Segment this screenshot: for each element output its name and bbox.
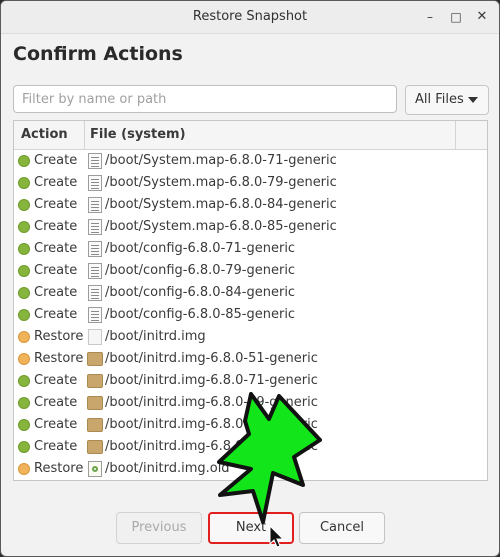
create-status-icon [18, 199, 30, 211]
table-header: Action File (system) [14, 121, 487, 150]
table-row[interactable]: Create/boot/config-6.8.0-79-generic [14, 260, 487, 282]
row-action: Create [34, 197, 78, 212]
column-header-file-label: File (system) [90, 127, 186, 142]
create-status-icon [18, 397, 30, 409]
table-row[interactable]: Create/boot/System.map-6.8.0-79-generic [14, 172, 487, 194]
row-file-path: /boot/initrd.img [105, 329, 206, 344]
text-file-icon [88, 285, 102, 301]
minimize-icon[interactable]: – [421, 8, 439, 26]
next-button[interactable]: Next [208, 512, 294, 544]
table-row[interactable]: Create/boot/initrd.img-6.8.0-84-generic [14, 414, 487, 436]
create-status-icon [18, 243, 30, 255]
package-icon [87, 374, 103, 388]
file-filter-dropdown[interactable]: All Files [405, 85, 489, 115]
create-status-icon [18, 441, 30, 453]
create-status-icon [18, 177, 30, 189]
row-action: Create [34, 439, 78, 454]
filter-input[interactable] [13, 85, 397, 113]
text-file-icon [88, 153, 102, 169]
chevron-down-icon [468, 97, 478, 103]
row-file-path: /boot/initrd.img-6.8.0-84-generic [105, 417, 318, 432]
table-row[interactable]: Create/boot/config-6.8.0-84-generic [14, 282, 487, 304]
row-action: Create [34, 395, 78, 410]
table-row[interactable]: Create/boot/config-6.8.0-85-generic [14, 304, 487, 326]
create-status-icon [18, 221, 30, 233]
create-status-icon [18, 419, 30, 431]
text-file-icon [88, 263, 102, 279]
text-file-icon [88, 219, 102, 235]
column-header-action[interactable]: Action [14, 121, 85, 149]
table-row[interactable]: Restore/boot/initrd.img.old [14, 458, 487, 480]
row-action: Create [34, 219, 78, 234]
row-file-path: /boot/config-6.8.0-85-generic [105, 307, 296, 322]
row-action: Create [34, 307, 78, 322]
row-action: Restore [34, 329, 84, 344]
table-row[interactable]: Create/boot/System.map-6.8.0-84-generic [14, 194, 487, 216]
maximize-icon[interactable]: □ [447, 8, 465, 26]
text-file-icon [88, 197, 102, 213]
restore-status-icon [18, 463, 30, 475]
table-row[interactable]: Create/boot/initrd.img-6.8.0-79-generic [14, 392, 487, 414]
table-row[interactable]: Restore/boot/initrd.img-6.8.0-51-generic [14, 348, 487, 370]
package-icon [87, 396, 103, 410]
row-file-path: /boot/initrd.img-6.8.0-79-generic [105, 395, 318, 410]
backup-file-icon [88, 461, 102, 477]
row-action: Create [34, 241, 78, 256]
row-file-path: /boot/config-6.8.0-84-generic [105, 285, 296, 300]
table-row[interactable]: Create/boot/System.map-6.8.0-71-generic [14, 150, 487, 172]
cancel-button[interactable]: Cancel [299, 512, 385, 544]
create-status-icon [18, 309, 30, 321]
table-row[interactable]: Restore/boot/initrd.img [14, 326, 487, 348]
row-file-path: /boot/config-6.8.0-79-generic [105, 263, 296, 278]
create-status-icon [18, 265, 30, 277]
text-file-icon [88, 307, 102, 323]
package-icon [87, 418, 103, 432]
close-icon[interactable]: ✕ [473, 8, 491, 26]
table-row[interactable]: Create/boot/initrd.img-6.8.0-71-generic [14, 370, 487, 392]
row-file-path: /boot/initrd.img-6.8.0-51-generic [105, 351, 318, 366]
restore-snapshot-window: Restore Snapshot – □ ✕ Confirm Actions A… [0, 0, 500, 557]
table-body: Create/boot/System.map-6.8.0-71-generic C… [14, 150, 487, 480]
row-action: Create [34, 175, 78, 190]
row-action: Create [34, 417, 78, 432]
row-file-path: /boot/initrd.img.old [105, 461, 230, 476]
create-status-icon [18, 155, 30, 167]
row-file-path: /boot/System.map-6.8.0-79-generic [105, 175, 337, 190]
blank-file-icon [88, 329, 102, 345]
restore-status-icon [18, 353, 30, 365]
title-bar: Restore Snapshot – □ ✕ [1, 1, 499, 34]
package-icon [87, 352, 103, 366]
row-file-path: /boot/config-6.8.0-71-generic [105, 241, 296, 256]
package-icon [87, 440, 103, 454]
row-file-path: /boot/System.map-6.8.0-84-generic [105, 197, 337, 212]
restore-status-icon [18, 331, 30, 343]
table-row[interactable]: Create/boot/config-6.8.0-71-generic [14, 238, 487, 260]
row-action: Restore [34, 351, 84, 366]
table-row[interactable]: Create/boot/initrd.img-6.8.0-85-generic [14, 436, 487, 458]
row-action: Restore [34, 461, 84, 476]
actions-table: Action File (system) Create/boot/System.… [13, 120, 488, 481]
row-file-path: /boot/initrd.img-6.8.0-71-generic [105, 373, 318, 388]
text-file-icon [88, 175, 102, 191]
page-title: Confirm Actions [13, 43, 183, 65]
row-file-path: /boot/System.map-6.8.0-85-generic [105, 219, 337, 234]
dropdown-label: All Files [415, 92, 464, 107]
row-action: Create [34, 263, 78, 278]
row-action: Create [34, 153, 78, 168]
column-header-file[interactable]: File (system) [85, 121, 456, 149]
row-action: Create [34, 373, 78, 388]
previous-button[interactable]: Previous [116, 512, 202, 544]
column-header-action-label: Action [21, 127, 68, 142]
row-file-path: /boot/initrd.img-6.8.0-85-generic [105, 439, 318, 454]
row-file-path: /boot/System.map-6.8.0-71-generic [105, 153, 337, 168]
row-action: Create [34, 285, 78, 300]
create-status-icon [18, 375, 30, 387]
text-file-icon [88, 241, 102, 257]
table-row[interactable]: Create/boot/System.map-6.8.0-85-generic [14, 216, 487, 238]
create-status-icon [18, 287, 30, 299]
